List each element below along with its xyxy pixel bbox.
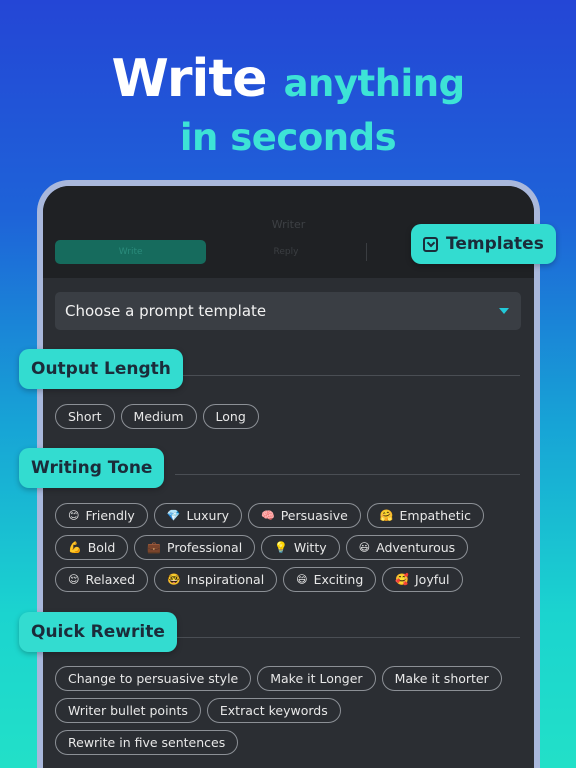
- headline-word-write: Write: [111, 49, 267, 109]
- tone-label: Relaxed: [85, 572, 136, 587]
- chip-change-persuasive[interactable]: Change to persuasive style: [55, 666, 252, 691]
- quick-rewrite-title: Quick Rewrite: [31, 622, 165, 642]
- template-icon: [423, 236, 438, 252]
- chip-tone-empathetic[interactable]: 🤗 Empathetic: [366, 503, 484, 528]
- tone-emoji-icon: 😃: [358, 541, 371, 554]
- section-title-output-length: Output Length: [19, 349, 183, 389]
- prompt-template-value: Choose a prompt template: [65, 302, 267, 320]
- section-title-writing-tone: Writing Tone: [19, 448, 165, 488]
- tone-emoji-icon: 🧠: [261, 509, 275, 522]
- tone-label: Inspirational: [186, 572, 265, 587]
- chip-tone-joyful[interactable]: 🥰 Joyful: [382, 567, 463, 592]
- chip-tone-friendly[interactable]: 😊 Friendly: [55, 503, 148, 528]
- tone-emoji-icon: 😊: [68, 509, 80, 522]
- tone-label: Friendly: [85, 508, 135, 523]
- tone-label: Luxury: [186, 508, 230, 523]
- chip-tone-inspirational[interactable]: 🤓 Inspirational: [154, 567, 278, 592]
- chip-make-shorter[interactable]: Make it shorter: [381, 666, 502, 691]
- chip-tone-persuasive[interactable]: 🧠 Persuasive: [248, 503, 361, 528]
- chip-tone-luxury[interactable]: 💎 Luxury: [153, 503, 243, 528]
- tone-label: Persuasive: [280, 508, 348, 523]
- chip-tone-witty[interactable]: 💡 Witty: [261, 535, 340, 560]
- divider-output-length: [175, 375, 520, 376]
- chip-tone-adventurous[interactable]: 😃 Adventurous: [345, 535, 469, 560]
- headline-word-anything: anything: [283, 62, 465, 105]
- quick-rewrite-options: Change to persuasive style Make it Longe…: [55, 666, 525, 755]
- tone-label: Exciting: [313, 572, 364, 587]
- tone-emoji-icon: 💡: [274, 541, 288, 554]
- templates-button[interactable]: Templates: [411, 224, 556, 264]
- tone-emoji-icon: 💼: [147, 541, 162, 554]
- tone-label: Adventurous: [376, 540, 456, 555]
- chip-short[interactable]: Short: [55, 404, 115, 429]
- chip-five-sentences[interactable]: Rewrite in five sentences: [55, 730, 239, 755]
- chip-long[interactable]: Long: [202, 404, 259, 429]
- tab-reply[interactable]: Reply: [210, 240, 361, 264]
- divider-writing-tone: [175, 474, 520, 475]
- tone-emoji-icon: 🥰: [395, 573, 409, 586]
- headline-line-1: Write anything: [0, 48, 576, 115]
- chip-tone-exciting[interactable]: 😄 Exciting: [283, 567, 377, 592]
- templates-label: Templates: [446, 234, 544, 254]
- prompt-template-select[interactable]: Choose a prompt template: [55, 292, 521, 330]
- chip-tone-bold[interactable]: 💪 Bold: [55, 535, 129, 560]
- tab-divider: [365, 243, 367, 261]
- tone-emoji-icon: 😌: [68, 573, 80, 586]
- chip-tone-professional[interactable]: 💼 Professional: [134, 535, 256, 560]
- tab-write[interactable]: Write: [55, 240, 207, 264]
- tone-emoji-icon: 🤗: [379, 509, 394, 522]
- tone-emoji-icon: 💪: [68, 541, 82, 554]
- chip-extract-keywords[interactable]: Extract keywords: [206, 698, 341, 723]
- chip-tone-relaxed[interactable]: 😌 Relaxed: [55, 567, 149, 592]
- section-title-quick-rewrite: Quick Rewrite: [19, 612, 177, 652]
- tone-label: Professional: [167, 540, 243, 555]
- tone-emoji-icon: 🤓: [167, 573, 181, 586]
- writing-tone-options: 😊 Friendly 💎 Luxury 🧠 Persuasive 🤗 Empathetic 💪 B…: [55, 503, 525, 592]
- tone-label: Witty: [293, 540, 327, 555]
- chip-medium[interactable]: Medium: [120, 404, 197, 429]
- writing-tone-title: Writing Tone: [31, 458, 153, 478]
- tone-label: Bold: [87, 540, 116, 555]
- divider-quick-rewrite: [175, 637, 520, 638]
- headline: Write anything in seconds: [0, 48, 576, 161]
- tone-label: Joyful: [415, 572, 450, 587]
- output-length-options: Short Medium Long: [55, 404, 525, 429]
- chip-bullet-points[interactable]: Writer bullet points: [55, 698, 201, 723]
- headline-line-2: in seconds: [179, 116, 397, 159]
- dropdown-caret-icon: [499, 308, 509, 314]
- tone-emoji-icon: 💎: [166, 509, 181, 522]
- chip-make-longer[interactable]: Make it Longer: [257, 666, 376, 691]
- tone-label: Empathetic: [399, 508, 471, 523]
- output-length-title: Output Length: [31, 359, 171, 379]
- tone-emoji-icon: 😄: [296, 573, 308, 586]
